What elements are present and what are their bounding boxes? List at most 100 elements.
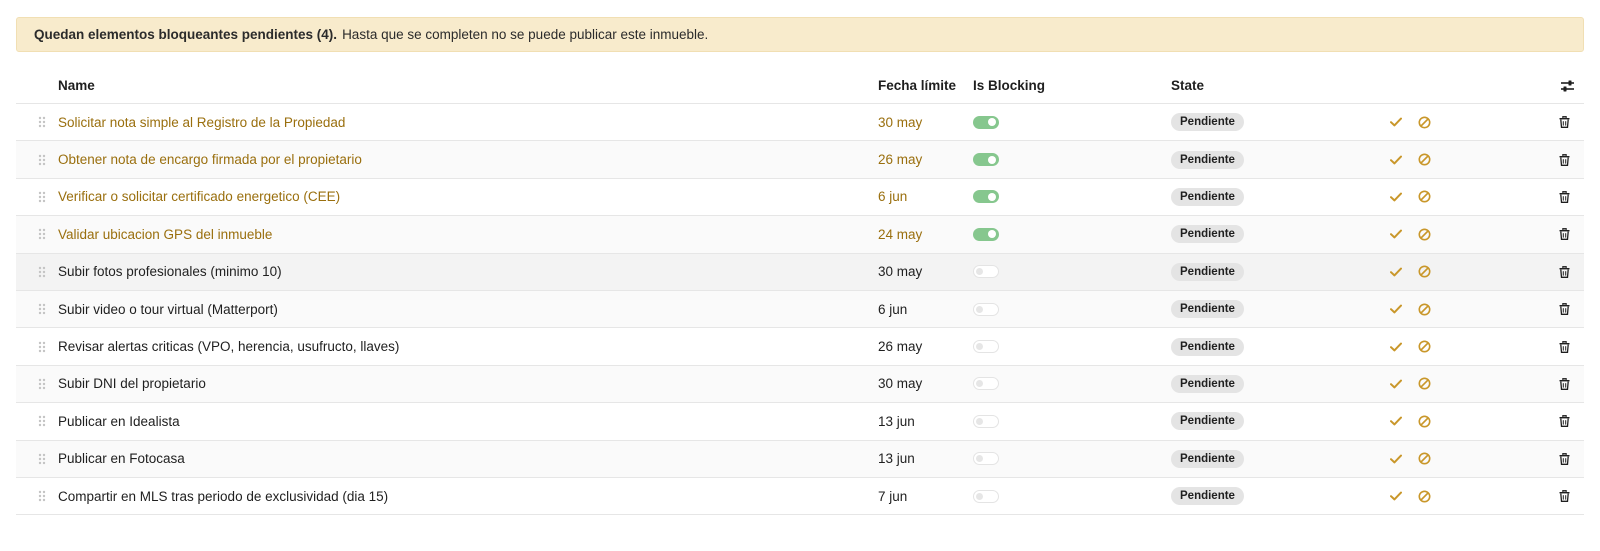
state-cell: Pendiente [1171,403,1244,439]
table-row[interactable]: Validar ubicacion GPS del inmueble 24 may… [16,216,1584,254]
state-cell: Pendiente [1171,291,1244,327]
drag-handle-icon[interactable] [36,216,48,252]
check-icon[interactable] [1390,478,1402,514]
is-blocking-toggle[interactable] [973,328,999,364]
toggle-switch[interactable] [973,302,999,316]
toggle-switch[interactable] [973,340,999,354]
drag-handle-icon[interactable] [36,441,48,477]
column-header-is-blocking[interactable]: Is Blocking [973,67,1045,104]
check-icon[interactable] [1390,141,1402,177]
ban-icon[interactable] [1418,441,1431,477]
ban-icon[interactable] [1418,291,1431,327]
table-row[interactable]: Compartir en MLS tras periodo de exclusi… [16,477,1584,516]
toggle-switch[interactable] [973,115,999,129]
table-row[interactable]: Obtener nota de encargo firmada por el p… [16,141,1584,179]
ban-icon[interactable] [1418,104,1431,140]
trash-icon[interactable] [1559,254,1570,290]
trash-icon[interactable] [1559,478,1570,514]
table-row[interactable]: Revisar alertas criticas (VPO, herencia,… [16,328,1584,366]
toggle-switch[interactable] [973,377,999,391]
toggle-switch[interactable] [973,414,999,428]
trash-icon[interactable] [1559,441,1570,477]
task-name[interactable]: Obtener nota de encargo firmada por el p… [58,141,362,177]
table-row[interactable]: Solicitar nota simple al Registro de la … [16,104,1584,142]
check-icon[interactable] [1390,179,1402,215]
ban-icon[interactable] [1418,254,1431,290]
is-blocking-toggle[interactable] [973,141,999,177]
drag-handle-icon[interactable] [36,141,48,177]
task-name[interactable]: Publicar en Fotocasa [58,441,185,477]
task-name[interactable]: Subir DNI del propietario [58,366,206,402]
is-blocking-toggle[interactable] [973,478,999,514]
toggle-switch[interactable] [973,489,999,503]
drag-handle-icon[interactable] [36,104,48,140]
table-row[interactable]: Verificar o solicitar certificado energe… [16,178,1584,217]
table-row[interactable]: Publicar en Fotocasa 13 jun Pendiente [16,440,1584,478]
ban-icon[interactable] [1418,478,1431,514]
toggle-switch[interactable] [973,452,999,466]
task-name[interactable]: Validar ubicacion GPS del inmueble [58,216,272,252]
check-icon[interactable] [1390,254,1402,290]
state-cell: Pendiente [1171,478,1244,514]
trash-icon[interactable] [1559,179,1570,215]
drag-handle-icon[interactable] [36,179,48,215]
check-icon[interactable] [1390,328,1402,364]
drag-handle-icon[interactable] [36,366,48,402]
trash-icon[interactable] [1559,216,1570,252]
task-name[interactable]: Subir fotos profesionales (minimo 10) [58,254,282,290]
toggle-switch[interactable] [973,227,999,241]
ban-icon[interactable] [1418,179,1431,215]
drag-handle-icon[interactable] [36,291,48,327]
ban-icon[interactable] [1418,141,1431,177]
is-blocking-toggle[interactable] [973,179,999,215]
is-blocking-toggle[interactable] [973,366,999,402]
is-blocking-toggle[interactable] [973,254,999,290]
ban-icon[interactable] [1418,328,1431,364]
check-icon[interactable] [1390,216,1402,252]
trash-icon[interactable] [1559,328,1570,364]
task-name[interactable]: Solicitar nota simple al Registro de la … [58,104,345,140]
task-name[interactable]: Revisar alertas criticas (VPO, herencia,… [58,328,399,364]
status-badge: Pendiente [1171,337,1244,356]
column-header-deadline[interactable]: Fecha límite [878,67,956,104]
trash-icon[interactable] [1559,403,1570,439]
is-blocking-toggle[interactable] [973,104,999,140]
task-name[interactable]: Publicar en Idealista [58,403,180,439]
check-icon[interactable] [1390,104,1402,140]
table-row[interactable]: Publicar en Idealista 13 jun Pendiente [16,403,1584,441]
is-blocking-toggle[interactable] [973,291,999,327]
task-name[interactable]: Verificar o solicitar certificado energe… [58,179,340,215]
drag-handle-icon[interactable] [36,254,48,290]
toggle-switch[interactable] [973,153,999,167]
trash-icon[interactable] [1559,291,1570,327]
drag-handle-icon[interactable] [36,478,48,514]
table-row[interactable]: Subir DNI del propietario 30 may Pendiente [16,365,1584,404]
toggle-knob [988,230,996,239]
ban-icon[interactable] [1418,366,1431,402]
drag-handle-icon[interactable] [36,328,48,364]
is-blocking-toggle[interactable] [973,216,999,252]
check-icon[interactable] [1390,366,1402,402]
check-icon[interactable] [1390,403,1402,439]
check-icon[interactable] [1390,441,1402,477]
is-blocking-toggle[interactable] [973,441,999,477]
table-row[interactable]: Subir fotos profesionales (minimo 10) 30 … [16,253,1584,291]
is-blocking-toggle[interactable] [973,403,999,439]
ban-icon[interactable] [1418,216,1431,252]
state-cell: Pendiente [1171,141,1244,177]
check-icon[interactable] [1390,291,1402,327]
task-name[interactable]: Subir video o tour virtual (Matterport) [58,291,278,327]
trash-icon[interactable] [1559,141,1570,177]
column-header-state[interactable]: State [1171,67,1204,104]
drag-handle-icon[interactable] [36,403,48,439]
ban-icon[interactable] [1418,403,1431,439]
toggle-switch[interactable] [973,265,999,279]
table-row[interactable]: Subir video o tour virtual (Matterport) 6… [16,290,1584,329]
trash-icon[interactable] [1559,104,1570,140]
task-name[interactable]: Compartir en MLS tras periodo de exclusi… [58,478,388,514]
column-header-name[interactable]: Name [58,67,95,104]
trash-icon[interactable] [1559,366,1570,402]
toggle-switch[interactable] [973,190,999,204]
column-settings-button[interactable] [1558,67,1576,104]
banner-text: Hasta que se completen no se puede publi… [342,27,709,42]
